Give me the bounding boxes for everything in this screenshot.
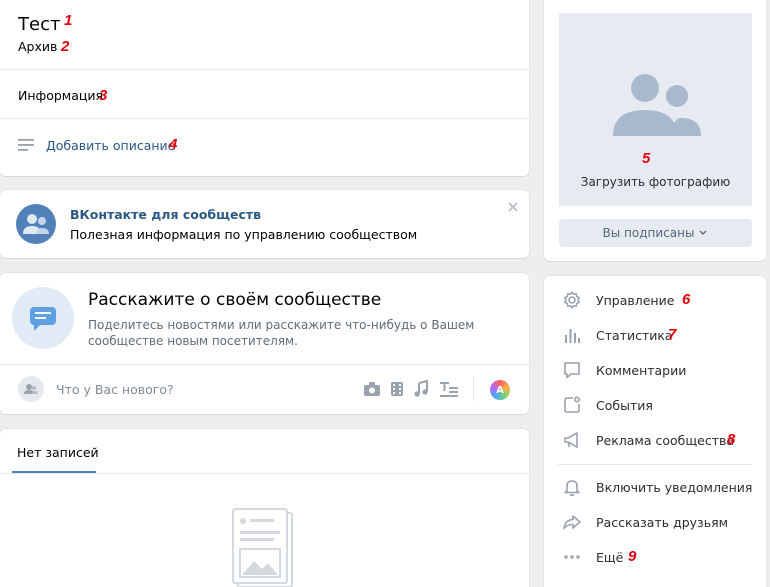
upload-photo-area[interactable]: 5 Загрузить фотографию bbox=[559, 13, 752, 206]
menu-item-manage[interactable]: Управление bbox=[544, 283, 766, 317]
header-card: Тест 1 Архив 2 Информация 3 Добавить опи… bbox=[0, 0, 529, 176]
article-icon[interactable] bbox=[439, 381, 459, 397]
video-icon[interactable] bbox=[390, 381, 404, 397]
subscribed-label: Вы подписаны bbox=[602, 226, 695, 240]
empty-posts-icon bbox=[232, 508, 293, 587]
promo-card: ВКонтакте для сообществ Полезная информа… bbox=[0, 190, 529, 258]
menu-item-label: Реклама сообщества bbox=[596, 432, 735, 448]
promo-text: Полезная информация по управлению сообще… bbox=[70, 227, 418, 242]
about-text-line2: сообществе новым посетителям. bbox=[88, 334, 298, 348]
camera-icon[interactable] bbox=[363, 381, 381, 397]
menu-item-label: События bbox=[596, 397, 653, 413]
menu-item-label: Ещё bbox=[596, 549, 624, 565]
annotation-1: 1 bbox=[64, 12, 73, 29]
photo-card: 5 Загрузить фотографию Вы подписаны bbox=[544, 0, 766, 261]
menu-item-notifications[interactable]: Включить уведомления bbox=[544, 470, 766, 504]
music-icon[interactable] bbox=[413, 380, 429, 398]
composer-input[interactable]: Что у Вас нового? bbox=[56, 382, 174, 397]
avatar-a-letter: А bbox=[496, 384, 504, 396]
event-icon bbox=[564, 396, 581, 413]
stats-icon bbox=[565, 329, 580, 343]
menu-item-share[interactable]: Рассказать друзьям bbox=[544, 505, 766, 539]
menu-divider bbox=[558, 464, 752, 465]
user-icon bbox=[24, 384, 38, 394]
tab-no-posts[interactable]: Нет записей bbox=[17, 445, 99, 460]
close-icon[interactable] bbox=[506, 200, 520, 214]
about-avatar bbox=[12, 287, 74, 349]
menu-item-events[interactable]: События bbox=[544, 388, 766, 422]
share-icon bbox=[563, 515, 581, 530]
group-icon bbox=[23, 214, 49, 234]
menu-item-stats[interactable]: Статистика bbox=[544, 318, 766, 352]
upload-photo-label[interactable]: Загрузить фотографию bbox=[559, 175, 752, 189]
menu-item-label: Рассказать друзьям bbox=[596, 514, 729, 530]
menu-item-comments[interactable]: Комментарии bbox=[544, 353, 766, 387]
menu-card: Управление 6 Статистика 7 Комментарии Со… bbox=[544, 276, 766, 587]
annotation-2: 2 bbox=[61, 38, 70, 55]
more-icon bbox=[564, 555, 580, 559]
annotation-3: 3 bbox=[99, 87, 108, 104]
add-description-link[interactable]: Добавить описание bbox=[46, 138, 175, 153]
about-text-line1: Поделитесь новостями или расскажите что-… bbox=[88, 318, 475, 332]
composer-avatar bbox=[18, 376, 44, 402]
annotation-5: 5 bbox=[642, 150, 651, 167]
promo-title[interactable]: ВКонтакте для сообществ bbox=[70, 207, 261, 222]
annotation-6: 6 bbox=[682, 291, 691, 308]
chevron-down-icon bbox=[699, 230, 707, 235]
page-title: Тест bbox=[18, 14, 61, 35]
promo-avatar bbox=[16, 204, 56, 244]
avatar-a-icon[interactable]: А bbox=[490, 380, 510, 400]
community-avatar-icon bbox=[613, 74, 701, 136]
annotation-8: 8 bbox=[727, 431, 736, 448]
comment-icon bbox=[564, 362, 580, 379]
annotation-4: 4 bbox=[169, 136, 178, 153]
menu-item-label: Статистика bbox=[596, 327, 673, 343]
info-label[interactable]: Информация bbox=[18, 88, 103, 103]
message-icon bbox=[30, 307, 56, 331]
menu-item-more[interactable]: Ещё bbox=[544, 540, 766, 574]
wall-card: Нет записей bbox=[0, 429, 529, 587]
menu-item-label: Включить уведомления bbox=[596, 479, 753, 495]
page-subtitle: Архив bbox=[18, 39, 58, 54]
gear-icon bbox=[564, 291, 580, 309]
bell-icon bbox=[564, 480, 580, 497]
about-title: Расскажите о своём сообществе bbox=[88, 290, 382, 310]
menu-item-label: Комментарии bbox=[596, 362, 687, 378]
lines-icon bbox=[18, 139, 34, 151]
about-card: Расскажите о своём сообществе Поделитесь… bbox=[0, 273, 529, 414]
annotation-9: 9 bbox=[628, 548, 637, 565]
menu-item-label: Управление bbox=[596, 292, 675, 308]
megaphone-icon bbox=[564, 432, 578, 448]
subscribed-button[interactable]: Вы подписаны bbox=[559, 219, 752, 247]
annotation-7: 7 bbox=[668, 326, 677, 343]
